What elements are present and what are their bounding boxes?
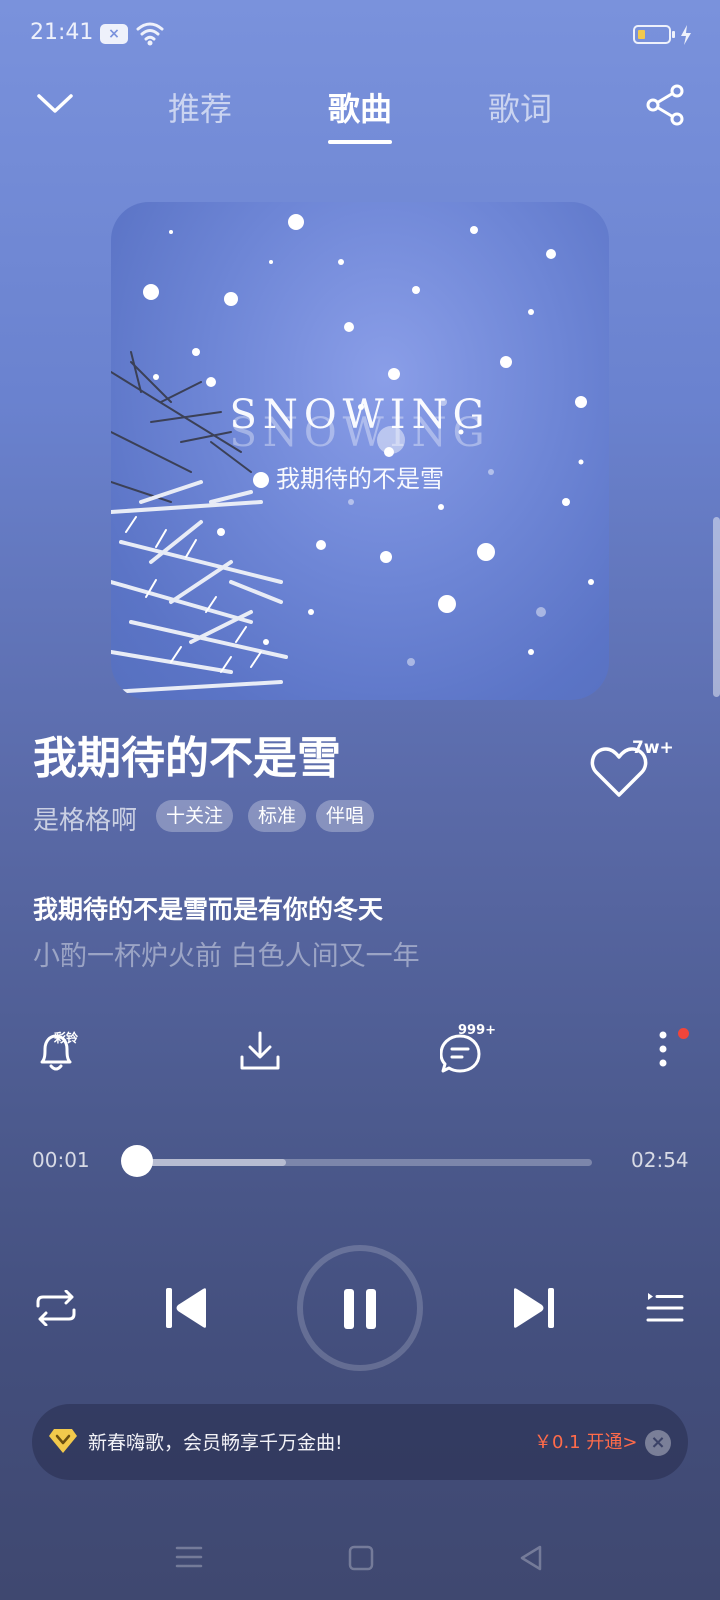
vip-diamond-icon bbox=[49, 1429, 77, 1453]
promo-open-link[interactable]: ￥0.1 开通> bbox=[534, 1428, 637, 1454]
pause-icon[interactable] bbox=[342, 1288, 378, 1334]
follow-button[interactable]: 十关注 bbox=[156, 800, 234, 832]
tab-song[interactable]: 歌曲 bbox=[328, 84, 392, 134]
chevron-down-icon[interactable] bbox=[36, 92, 74, 120]
progress-thumb[interactable] bbox=[121, 1145, 153, 1177]
repeat-icon[interactable] bbox=[34, 1289, 78, 1330]
tab-lyrics[interactable]: 歌词 bbox=[488, 84, 552, 134]
message-notification-icon: × bbox=[100, 24, 128, 44]
comment-count: 999+ bbox=[458, 1023, 497, 1038]
elapsed-time: 00:01 bbox=[32, 1148, 90, 1172]
active-tab-indicator bbox=[328, 140, 392, 144]
close-icon[interactable]: × bbox=[645, 1430, 671, 1456]
home-nav-icon[interactable] bbox=[348, 1545, 374, 1575]
notification-dot bbox=[678, 1028, 689, 1039]
quality-badge[interactable]: 标准 bbox=[248, 800, 307, 832]
more-icon[interactable] bbox=[656, 1030, 670, 1074]
progress-buffer bbox=[136, 1159, 287, 1166]
battery-icon bbox=[633, 25, 675, 44]
promo-text: 新春嗨歌，会员畅享千万金曲! bbox=[88, 1432, 343, 1454]
song-title: 我期待的不是雪 bbox=[33, 733, 341, 784]
progress-track[interactable] bbox=[136, 1159, 592, 1166]
current-lyric[interactable]: 我期待的不是雪而是有你的冬天 bbox=[33, 890, 383, 926]
album-cover[interactable]: SNOWING SNOWING 我期待的不是雪 bbox=[111, 202, 609, 700]
menu-nav-icon[interactable] bbox=[175, 1545, 203, 1573]
like-count: 7w+ bbox=[632, 738, 674, 758]
vip-promo-banner[interactable]: 新春嗨歌，会员畅享千万金曲! ￥0.1 开通> × bbox=[32, 1404, 688, 1480]
accompany-badge[interactable]: 伴唱 bbox=[316, 800, 375, 832]
next-icon[interactable] bbox=[510, 1286, 556, 1334]
status-time: 21:41 bbox=[30, 20, 94, 45]
previous-icon[interactable] bbox=[164, 1286, 210, 1334]
back-nav-icon[interactable] bbox=[518, 1545, 544, 1575]
share-icon[interactable] bbox=[644, 84, 686, 130]
ringtone-label: 彩铃 bbox=[54, 1031, 79, 1045]
wifi-icon bbox=[136, 20, 164, 50]
total-time: 02:54 bbox=[631, 1148, 689, 1172]
charging-icon bbox=[680, 25, 692, 49]
download-icon[interactable] bbox=[238, 1030, 282, 1076]
next-lyric[interactable]: 小酌一杯炉火前 白色人间又一年 bbox=[33, 934, 420, 973]
artist-name[interactable]: 是格格啊 bbox=[33, 800, 137, 837]
playlist-icon[interactable] bbox=[646, 1290, 684, 1330]
comment-icon[interactable] bbox=[439, 1034, 484, 1080]
album-subtitle: 我期待的不是雪 bbox=[276, 465, 444, 493]
tab-recommend[interactable]: 推荐 bbox=[168, 84, 232, 134]
scrollbar[interactable] bbox=[713, 517, 720, 697]
album-title: SNOWING bbox=[229, 392, 491, 438]
